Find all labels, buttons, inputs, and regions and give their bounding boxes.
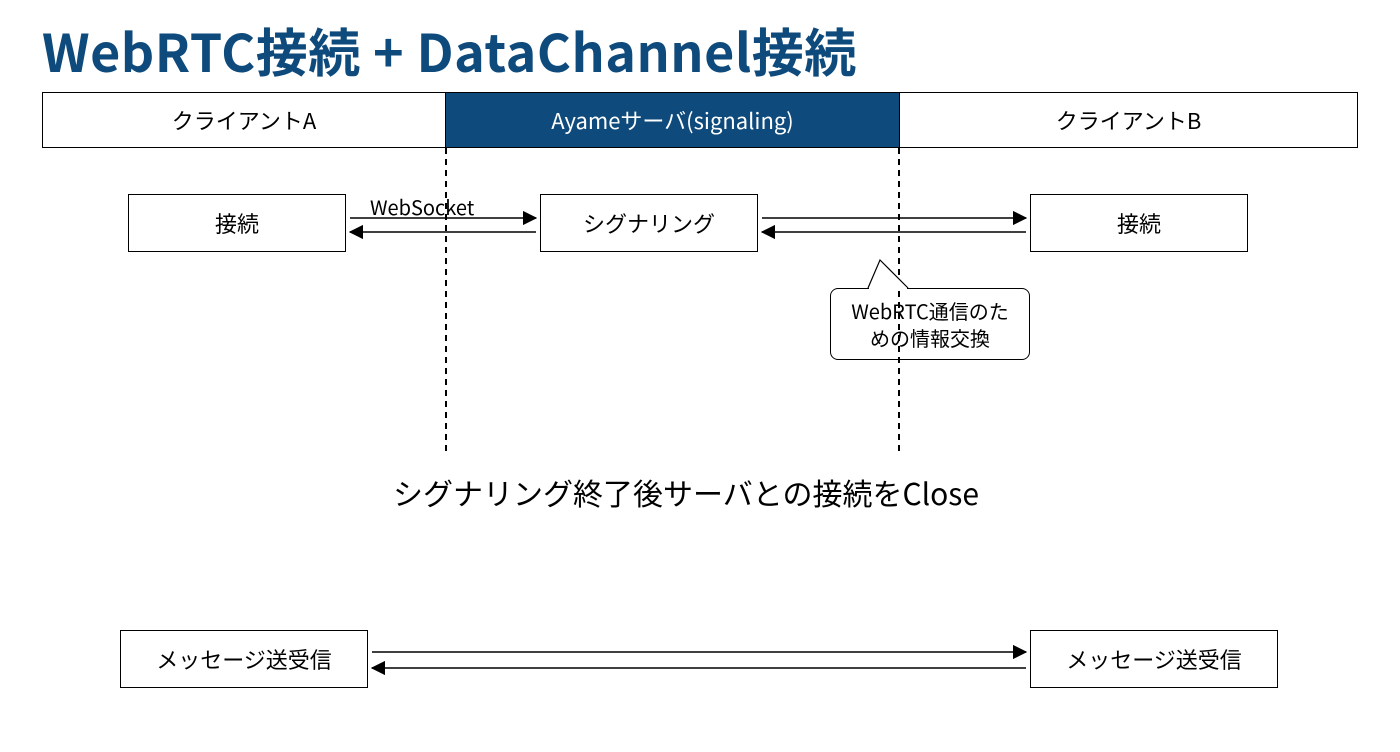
header-row: クライアントA Ayameサーバ(signaling) クライアントB: [42, 92, 1358, 148]
box-signaling: シグナリング: [540, 194, 758, 252]
callout-line1: WebRTC通信のた: [851, 296, 1009, 325]
mid-close-text: シグナリング終了後サーバとの接続をClose: [336, 470, 1036, 514]
callout-pointer: [868, 260, 908, 288]
header-server: Ayameサーバ(signaling): [446, 92, 899, 148]
header-client-b: クライアントB: [899, 92, 1358, 148]
label-websocket: WebSocket: [370, 192, 474, 221]
callout-line2: めの情報交換: [870, 323, 990, 352]
page-title: WebRTC接続 + DataChannel接続: [42, 12, 857, 87]
box-connect-right: 接続: [1030, 194, 1248, 252]
box-msg-right: メッセージ送受信: [1030, 630, 1278, 688]
callout-info-exchange: WebRTC通信のた めの情報交換: [830, 288, 1030, 360]
box-msg-left: メッセージ送受信: [120, 630, 368, 688]
box-connect-left: 接続: [128, 194, 346, 252]
header-client-a: クライアントA: [42, 92, 446, 148]
